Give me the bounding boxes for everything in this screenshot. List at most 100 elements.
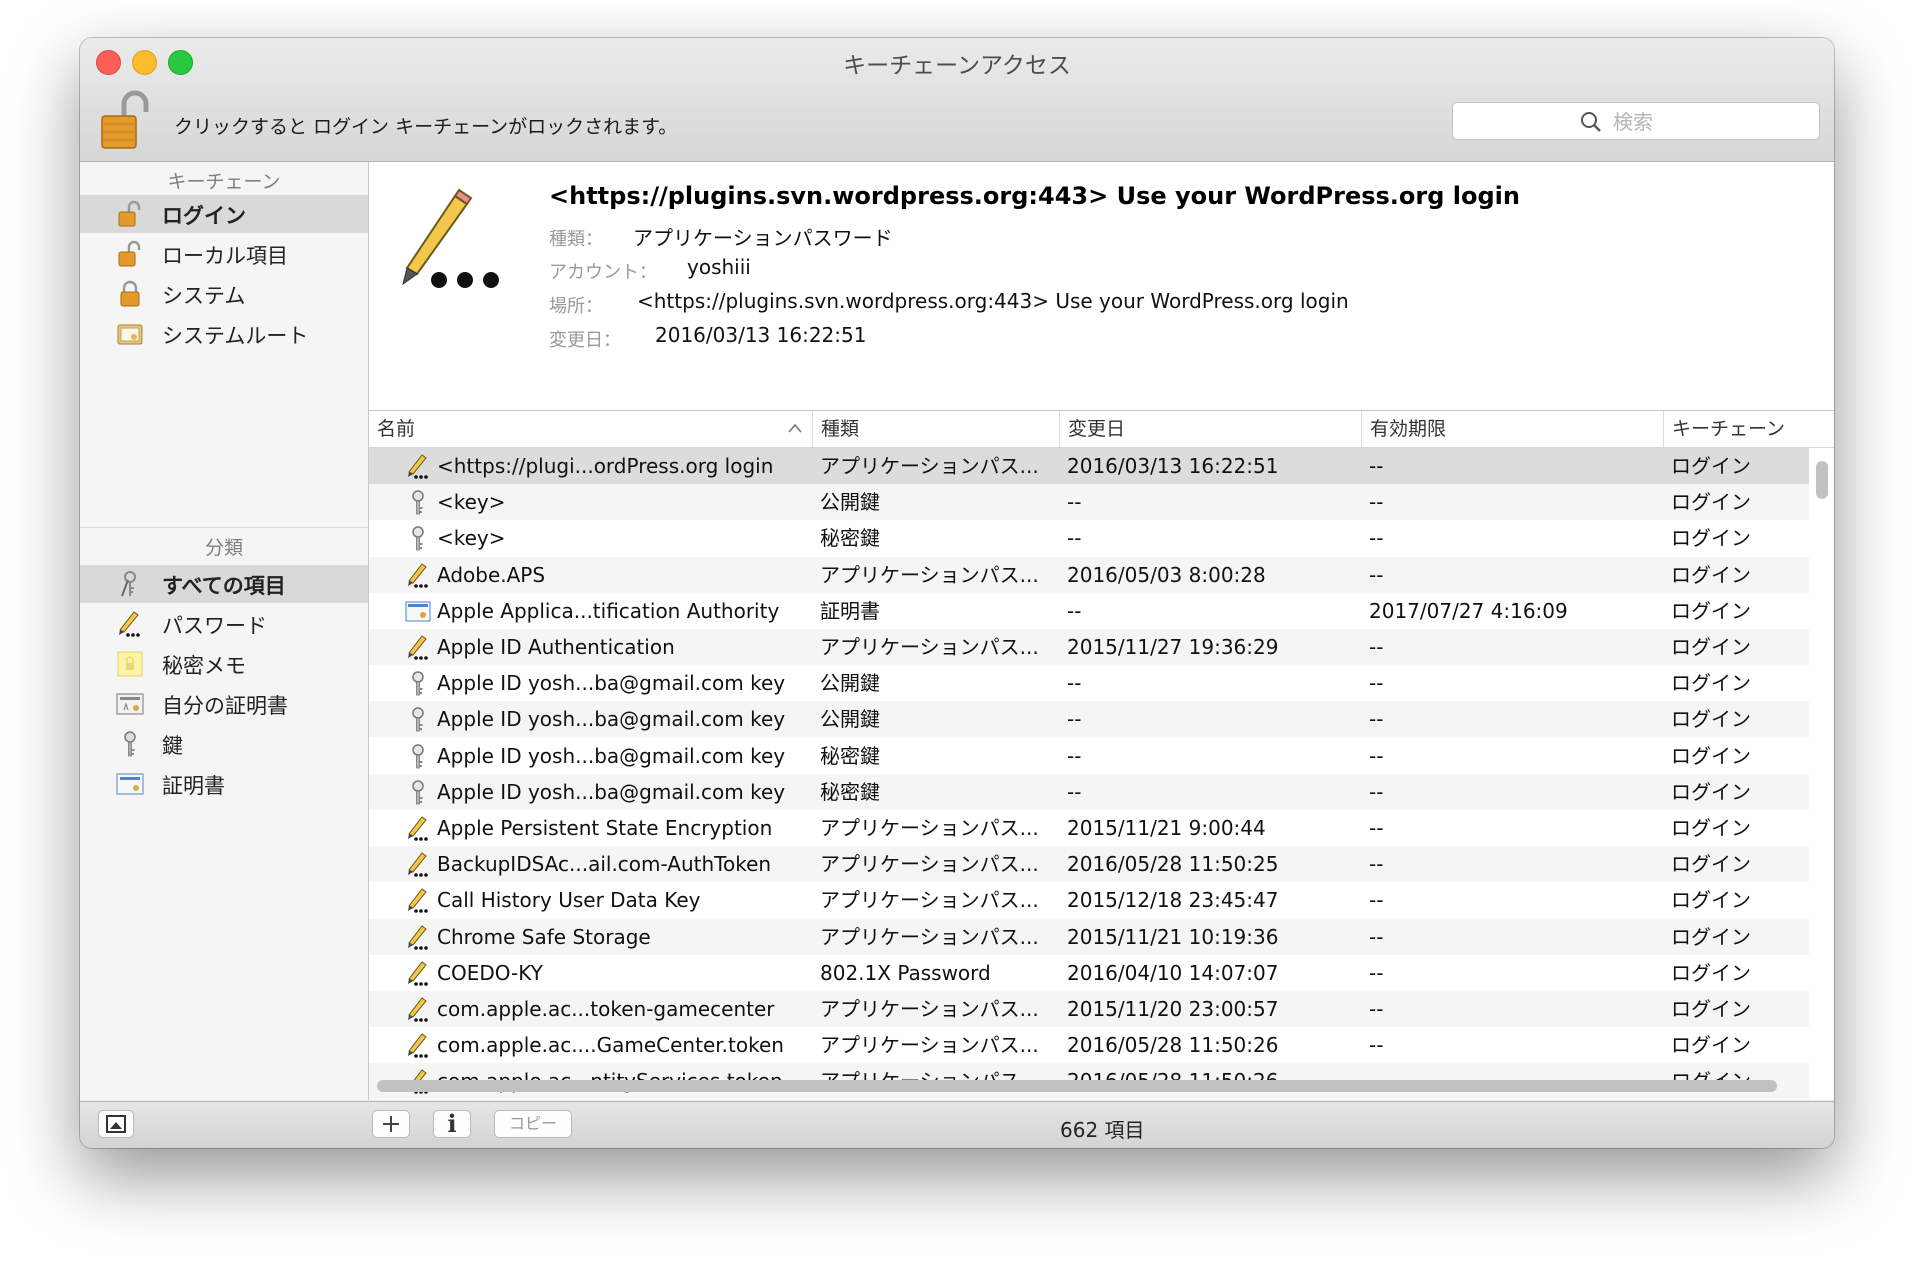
table-row[interactable]: Apple ID yosh...ba@gmail.com key 公開鍵 -- -- ロ… <box>369 701 1809 738</box>
password-icon <box>408 635 428 660</box>
cell-modified: 2015/12/18 23:45:47 <box>1067 888 1279 913</box>
cell-expires: -- <box>1369 490 1384 515</box>
cell-keychain: ログイン <box>1671 635 1751 659</box>
table-row[interactable]: com.apple.ac....GameCenter.token アプリケーション… <box>369 1027 1809 1064</box>
table-row[interactable]: Apple ID Authentication アプリケーションパス... 2015… <box>369 629 1809 665</box>
cell-name: com.apple.ac....GameCenter.token <box>437 1033 784 1058</box>
lock-open-icon <box>118 200 141 227</box>
table-row[interactable]: <key> 秘密鍵 -- -- ログイン <box>369 520 1809 557</box>
cell-keychain: ログイン <box>1671 924 1751 949</box>
password-icon <box>408 888 428 914</box>
item-title: <https://plugins.svn.wordpress.org:443> … <box>549 182 1520 210</box>
table-row[interactable]: com.apple.ac...token-gamecenter アプリケーションパ… <box>369 991 1809 1027</box>
toggle-sidebar-button[interactable] <box>98 1110 134 1138</box>
table-row[interactable]: COEDO-KY 802.1X Password 2016/04/10 14:07:… <box>369 954 1809 991</box>
key-icon <box>412 526 424 551</box>
modified-value: 2016/03/13 16:22:51 <box>655 323 867 347</box>
table-row[interactable]: Apple ID yosh...ba@gmail.com key 秘密鍵 -- -- ロ… <box>369 737 1809 774</box>
cell-keychain: ログイン <box>1671 743 1751 768</box>
table-row[interactable]: <key> 公開鍵 -- -- ログイン <box>369 484 1809 521</box>
sidebar: キーチェーン ログイン ローカル項目 システム システムルート 分類 すべての項… <box>80 162 369 1100</box>
sidebar-item-keys[interactable]: 鍵 <box>80 725 368 763</box>
column-header-expires[interactable]: 有効期限 <box>1361 411 1663 447</box>
table-row[interactable]: Apple ID yosh...ba@gmail.com key 秘密鍵 -- -- ロ… <box>369 773 1809 810</box>
cell-expires: -- <box>1369 635 1384 659</box>
cell-name: <https://plugi...ordPress.org login <box>437 454 774 478</box>
sidebar-item-system[interactable]: システム <box>80 275 368 313</box>
column-header-label: 有効期限 <box>1370 418 1447 440</box>
column-header-name[interactable]: 名前 <box>369 411 812 447</box>
certificate-icon <box>116 773 144 795</box>
search-input[interactable] <box>1611 106 1805 138</box>
password-icon <box>402 188 499 288</box>
vertical-scroll-thumb[interactable] <box>1816 461 1828 499</box>
toolbar: キーチェーンアクセス クリックすると ログイン キーチェーンがロックされます。 <box>80 38 1834 162</box>
cell-kind: アプリケーションパス... <box>820 454 1039 478</box>
table-row[interactable]: Adobe.APS アプリケーションパス... 2016/05/03 8:00:28… <box>369 556 1809 593</box>
copy-button-label: コピー <box>508 1114 557 1133</box>
get-info-button[interactable]: i <box>433 1110 471 1138</box>
add-item-button[interactable] <box>372 1110 410 1138</box>
table-row[interactable]: <https://plugi...ordPress.org login アプリケー… <box>369 448 1809 484</box>
sidebar-toggle-icon <box>106 1115 126 1133</box>
table-row[interactable]: Call History User Data Key アプリケーションパス... 2… <box>369 882 1809 919</box>
where-label: 場所： <box>549 296 603 317</box>
cell-expires: -- <box>1369 562 1384 587</box>
lock-open-icon <box>101 90 149 149</box>
cell-expires: 2017/07/27 4:16:09 <box>1369 598 1568 623</box>
password-icon <box>408 997 428 1022</box>
secure-note-icon <box>117 651 143 677</box>
key-icon <box>412 490 424 515</box>
sidebar-item-system-roots[interactable]: システムルート <box>80 315 368 353</box>
cell-kind: 秘密鍵 <box>820 779 880 804</box>
column-header-modified[interactable]: 変更日 <box>1059 411 1361 447</box>
column-header-keychain[interactable]: キーチェーン <box>1663 411 1834 447</box>
password-icon <box>119 611 140 637</box>
sidebar-item-all-items[interactable]: すべての項目 <box>80 565 368 603</box>
cell-name: Adobe.APS <box>437 562 546 587</box>
password-icon <box>408 454 428 479</box>
copy-button[interactable]: コピー <box>494 1110 572 1138</box>
column-header-label: キーチェーン <box>1672 418 1786 440</box>
table-header: 名前 種類 変更日 有効期限 キーチェーン <box>369 411 1834 448</box>
column-header-kind[interactable]: 種類 <box>812 411 1059 447</box>
table-row[interactable]: Chrome Safe Storage アプリケーションパス... 2015/11/… <box>369 918 1809 955</box>
sidebar-item-passwords[interactable]: パスワード <box>80 605 368 643</box>
sidebar-item-login[interactable]: ログイン <box>80 195 368 233</box>
cell-kind: アプリケーションパス... <box>820 888 1039 913</box>
account-label: アカウント： <box>549 262 657 283</box>
password-icon <box>408 924 428 950</box>
cell-expires: -- <box>1369 960 1384 985</box>
table-row[interactable]: BackupIDSAc...ail.com-AuthToken アプリケーションパ… <box>369 846 1809 883</box>
key-icon <box>124 731 136 757</box>
cell-keychain: ログイン <box>1671 960 1751 985</box>
search-field[interactable] <box>1452 102 1820 140</box>
cell-expires: -- <box>1369 1033 1384 1058</box>
horizontal-scroll-thumb[interactable] <box>377 1080 1777 1092</box>
search-icon <box>1581 112 1601 132</box>
cell-modified: 2016/03/13 16:22:51 <box>1067 454 1279 478</box>
table-row[interactable]: Apple Persistent State Encryption アプリケーショ… <box>369 810 1809 846</box>
cell-modified: 2016/04/10 14:07:07 <box>1067 960 1279 985</box>
where-value: <https://plugins.svn.wordpress.org:443> … <box>637 289 1349 313</box>
cell-kind: 公開鍵 <box>820 671 880 696</box>
lock-toggle-button[interactable] <box>100 90 152 150</box>
cell-keychain: ログイン <box>1671 816 1751 840</box>
cell-keychain: ログイン <box>1671 598 1751 623</box>
cell-expires: -- <box>1369 671 1384 696</box>
cell-modified: -- <box>1067 671 1082 696</box>
cell-keychain: ログイン <box>1671 997 1751 1021</box>
vertical-scrollbar[interactable] <box>1812 449 1832 1089</box>
modified-label: 変更日： <box>549 330 621 351</box>
cell-keychain: ログイン <box>1671 707 1751 732</box>
sidebar-item-my-certificates[interactable]: 自分の証明書 <box>80 685 368 723</box>
password-icon <box>408 961 428 986</box>
table-row[interactable]: Apple Applica...tification Authority 証明書 -… <box>369 592 1809 629</box>
all-items-icon <box>121 571 136 597</box>
certificate-folder-icon <box>117 324 143 345</box>
sidebar-item-secure-notes[interactable]: 秘密メモ <box>80 645 368 683</box>
table-row[interactable]: Apple ID yosh...ba@gmail.com key 公開鍵 -- -- ロ… <box>369 665 1809 702</box>
cell-modified: -- <box>1067 598 1082 623</box>
sidebar-item-certificates[interactable]: 証明書 <box>80 765 368 803</box>
sidebar-item-local-items[interactable]: ローカル項目 <box>80 235 368 273</box>
